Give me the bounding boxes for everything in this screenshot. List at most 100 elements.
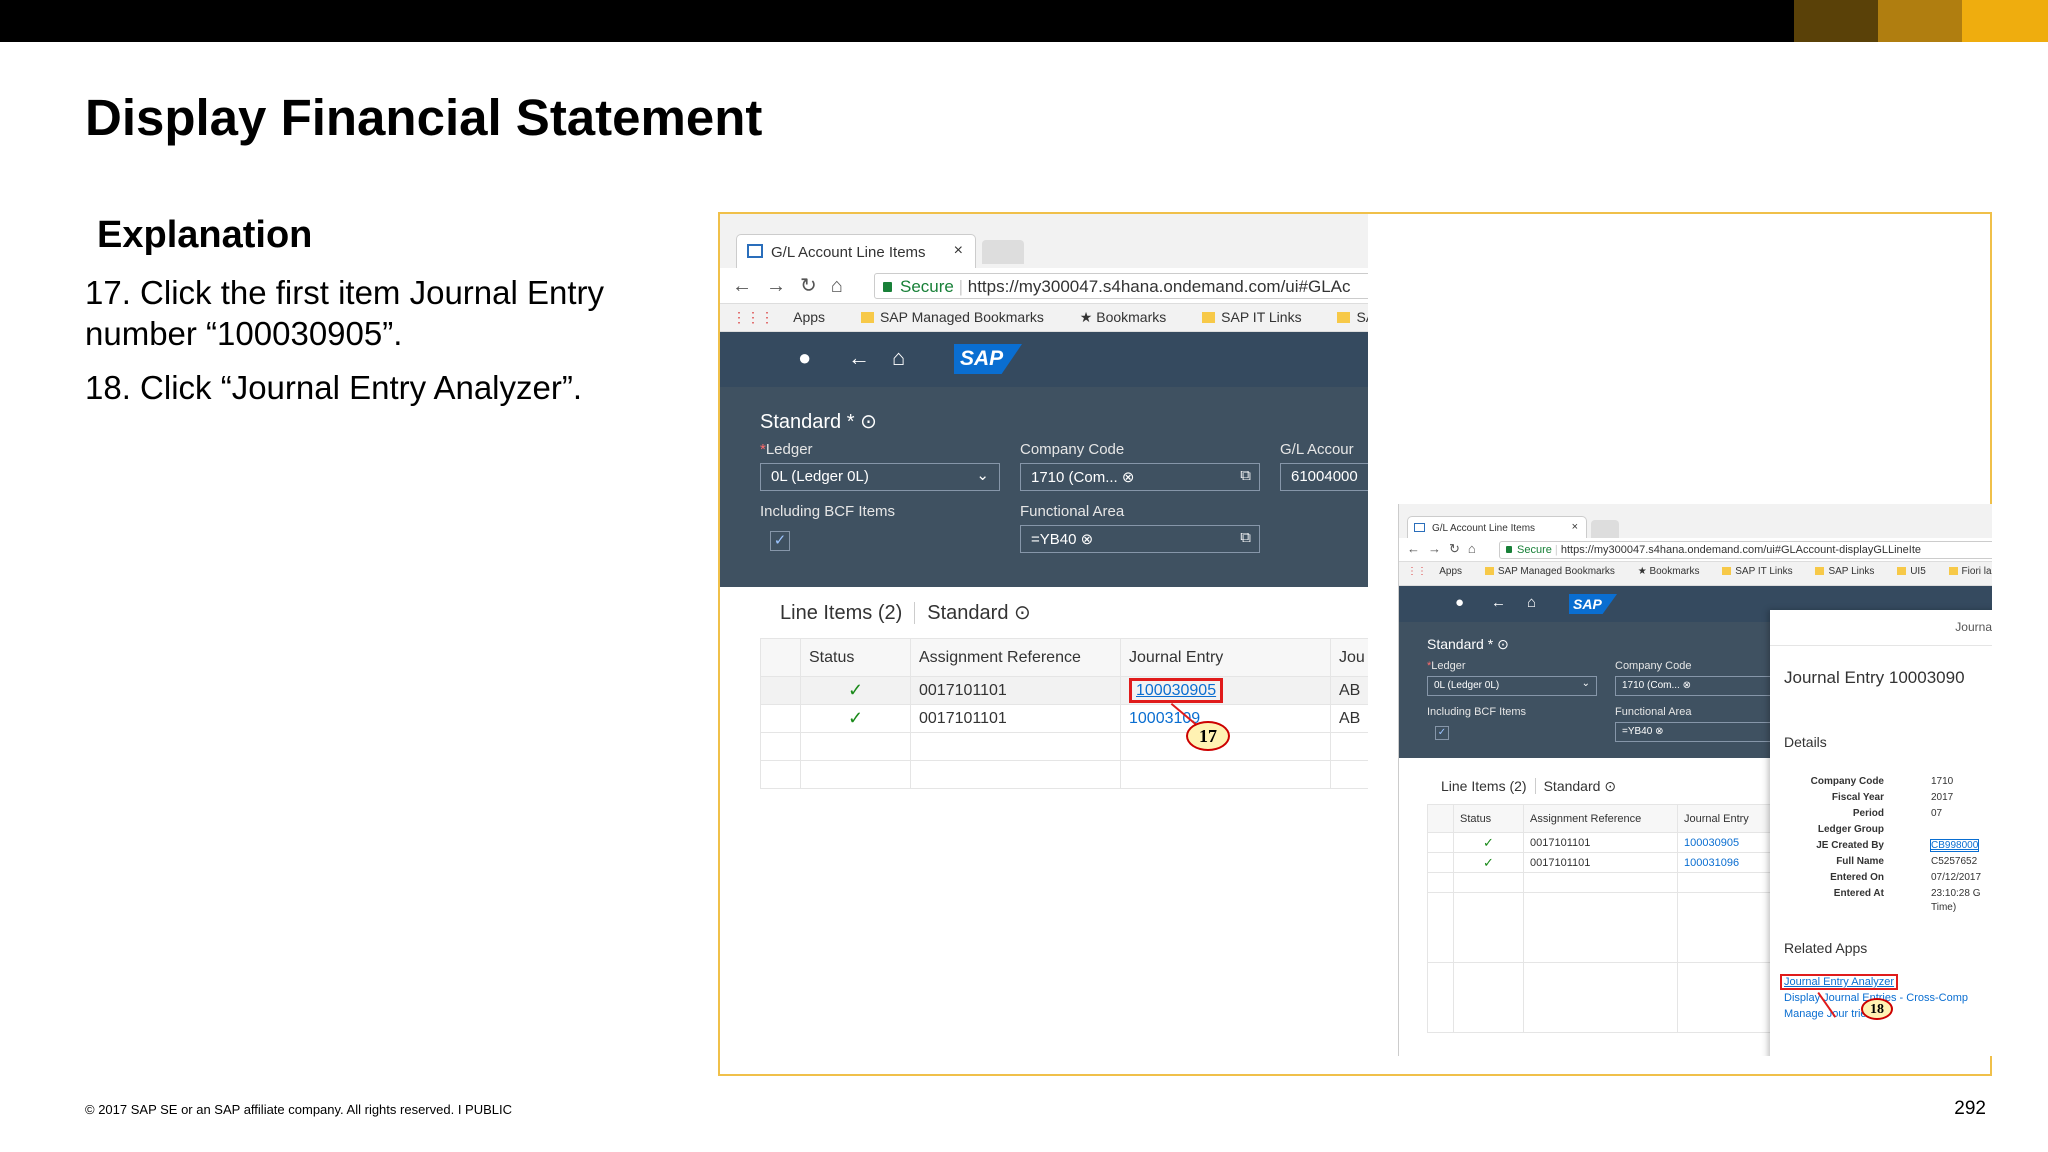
column-header[interactable]: Assignment Reference — [910, 638, 1121, 677]
column-header[interactable]: Assignment Reference — [1523, 804, 1678, 833]
column-header[interactable]: Status — [800, 638, 911, 677]
page-number: 292 — [1954, 1098, 1986, 1119]
variant-dropdown-icon: ⊙ — [1604, 778, 1617, 794]
user-icon[interactable]: ● — [1455, 594, 1464, 611]
folder-icon — [1484, 567, 1494, 575]
line-items-table: Status Assignment Reference Journal Entr… — [760, 638, 1368, 789]
clear-token-icon: ⊗ — [1682, 680, 1691, 691]
browser-tab[interactable]: G/L Account Line Items × — [736, 234, 976, 268]
col4-cell: AB — [1330, 676, 1368, 705]
url-text: https://my300047.s4hana.ondemand.com/ui#… — [967, 277, 1351, 296]
home-icon[interactable]: ⌂ — [1468, 541, 1484, 556]
functional-area-label: Functional Area — [1020, 503, 1125, 520]
url-field[interactable]: Secure | https://my300047.s4hana.ondeman… — [874, 273, 1368, 299]
browser-tab[interactable]: G/L Account Line Items × — [1407, 516, 1587, 538]
bookmark-bookmarks[interactable]: ★ Bookmarks — [1080, 309, 1182, 325]
tab-close-icon[interactable]: × — [1572, 521, 1578, 533]
company-code-input[interactable]: 1710 (Com... ⊗ — [1615, 676, 1785, 696]
variant-title[interactable]: Standard * ⊙ — [1427, 636, 1509, 653]
home-icon[interactable]: ⌂ — [831, 275, 857, 297]
url-field[interactable]: Secure | https://my300047.s4hana.ondeman… — [1499, 541, 1992, 559]
home-icon[interactable]: ⌂ — [892, 345, 905, 371]
variant-title[interactable]: Standard * ⊙ — [760, 409, 877, 434]
bookmark-sap-it-links[interactable]: SAP IT Links — [1722, 566, 1802, 577]
ledger-select[interactable]: 0L (Ledger 0L) ⌄ — [1427, 676, 1597, 696]
bookmark-sap-managed[interactable]: SAP Managed Bookmarks — [1484, 566, 1625, 577]
fiori-shell-bar: ● ← ⌂ SAP — [720, 332, 1368, 387]
bookmark-apps[interactable]: ⋮⋮⋮ Apps — [732, 309, 841, 325]
back-arrow-icon[interactable]: ← — [848, 345, 870, 371]
new-tab-button[interactable] — [982, 240, 1024, 264]
journal-entry-link[interactable]: 100030905 — [1684, 837, 1739, 849]
functional-area-input[interactable]: =YB40 ⊗ — [1615, 722, 1785, 742]
explanation-heading: Explanation — [97, 214, 313, 256]
table-row[interactable]: ✓ 0017101101 100031096 — [1427, 852, 1787, 873]
bookmark-bookmarks[interactable]: ★ Bookmarks — [1638, 566, 1710, 577]
variant-dropdown-icon: ⊙ — [860, 411, 877, 433]
reload-icon[interactable]: ↻ — [1449, 541, 1468, 556]
back-arrow-icon[interactable]: ← — [1491, 594, 1506, 611]
line-items-variant[interactable]: Standard ⊙ — [914, 602, 1031, 624]
bookmark-fiori-launchpad[interactable]: Fiori lanch — [1948, 566, 1992, 577]
bcf-items-label: Including BCF Items — [760, 503, 896, 520]
bookmark-ui5[interactable]: UI5 — [1897, 566, 1936, 577]
line-items-variant[interactable]: Standard ⊙ — [1534, 778, 1617, 794]
brand-stripe-light — [1962, 0, 2048, 42]
forward-icon[interactable]: → — [766, 275, 800, 297]
clear-token-icon: ⊗ — [1121, 469, 1135, 486]
gl-account-input[interactable]: 61004000 — [1280, 463, 1368, 491]
status-check-icon: ✓ — [800, 704, 911, 733]
bookmark-sap-managed[interactable]: SAP Managed Bookmarks — [860, 309, 1060, 325]
bookmarks-bar: ⋮⋮ Apps SAP Managed Bookmarks ★ Bookmark… — [1399, 562, 1992, 586]
nav-buttons[interactable]: ←→↻⌂ — [1407, 541, 1484, 557]
column-header[interactable]: Status — [1453, 804, 1524, 833]
back-icon[interactable]: ← — [1407, 541, 1428, 556]
journal-entry-link[interactable]: 100031096 — [1684, 857, 1739, 869]
table-row — [1427, 872, 1787, 893]
forward-icon[interactable]: → — [1428, 541, 1449, 556]
user-icon[interactable]: ● — [798, 345, 811, 371]
table-header-row: Status Assignment Reference Journal Entr… — [760, 638, 1368, 677]
new-tab-button[interactable] — [1591, 520, 1619, 538]
lock-icon — [883, 282, 892, 292]
manage-journal-entries-link[interactable]: Manage Jour tries — [1784, 1008, 1872, 1020]
chevron-down-icon: ⌄ — [976, 467, 989, 484]
home-icon[interactable]: ⌂ — [1527, 594, 1536, 611]
bookmark-apps[interactable]: ⋮⋮ Apps — [1407, 566, 1472, 577]
bookmark-sap-links[interactable]: SAP Links — [1337, 309, 1368, 325]
tab-close-icon[interactable]: × — [954, 242, 963, 260]
journal-entry-link-100030905[interactable]: 100030905 — [1129, 677, 1224, 703]
variant-dropdown-icon: ⊙ — [1014, 602, 1031, 624]
bookmark-sap-it-links[interactable]: SAP IT Links — [1202, 309, 1317, 325]
column-header[interactable]: Jou — [1330, 638, 1368, 677]
sap-logo: SAP — [954, 344, 1022, 374]
ledger-select[interactable]: 0L (Ledger 0L) ⌄ — [760, 463, 1000, 491]
bcf-items-checkbox[interactable]: ✓ — [770, 531, 790, 551]
table-row — [1427, 962, 1787, 1033]
table-header-row: Status Assignment Reference Journal Entr… — [1427, 804, 1787, 833]
folder-icon — [1948, 567, 1958, 575]
bookmark-sap-links[interactable]: SAP Links — [1815, 566, 1884, 577]
assignment-cell: 0017101101 — [910, 704, 1121, 733]
reload-icon[interactable]: ↻ — [800, 275, 831, 297]
created-by-link[interactable]: CB998000 — [1929, 839, 1980, 852]
filter-bar: Standard * ⊙ *Ledger 0L (Ledger 0L) ⌄ Com… — [720, 387, 1368, 587]
table-row[interactable]: ✓ 0017101101 100030905 AB — [760, 676, 1368, 705]
secure-label: Secure — [1517, 544, 1552, 556]
address-bar: ←→↻⌂ Secure | https://my300047.s4hana.on… — [720, 268, 1368, 304]
value-help-icon: ⧉ — [1240, 529, 1251, 546]
variant-dropdown-icon: ⊙ — [1497, 636, 1509, 652]
table-row[interactable]: ✓ 0017101101 100030905 — [1427, 832, 1787, 853]
copyright-footer: © 2017 SAP SE or an SAP affiliate compan… — [85, 1102, 513, 1117]
functional-area-input[interactable]: =YB40 ⊗ ⧉ — [1020, 525, 1260, 553]
nav-buttons[interactable]: ←→↻⌂ — [732, 273, 857, 298]
table-row — [760, 760, 1368, 789]
col4-cell: AB — [1330, 704, 1368, 733]
table-row[interactable]: ✓ 0017101101 10003109 AB — [760, 704, 1368, 733]
column-header[interactable]: Journal Entry — [1120, 638, 1331, 677]
bcf-items-checkbox[interactable]: ✓ — [1435, 726, 1449, 740]
bookmarks-bar: ⋮⋮⋮ Apps SAP Managed Bookmarks ★ Bookmar… — [720, 304, 1368, 332]
company-code-input[interactable]: 1710 (Com... ⊗ ⧉ — [1020, 463, 1260, 491]
journal-entry-analyzer-link[interactable]: Journal Entry Analyzer — [1780, 974, 1899, 990]
back-icon[interactable]: ← — [732, 275, 766, 297]
